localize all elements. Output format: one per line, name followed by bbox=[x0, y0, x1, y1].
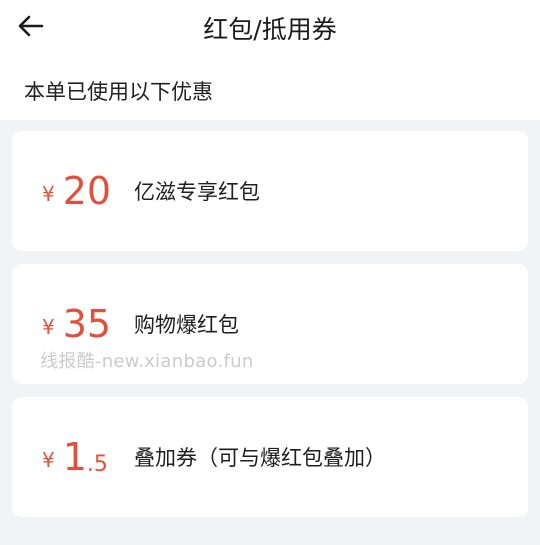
coupon-amount: 20 bbox=[62, 169, 112, 213]
coupon-card[interactable]: ¥ 1 .5 叠加券（可与爆红包叠加） bbox=[12, 397, 528, 517]
watermark-text: 线报酷-new.xianbao.fun bbox=[40, 351, 254, 372]
page-title: 红包/抵用券 bbox=[203, 15, 337, 44]
coupon-card[interactable]: ¥ 20 亿滋专享红包 bbox=[12, 131, 528, 251]
coupon-price: ¥ 20 bbox=[42, 131, 111, 251]
coupon-amount: 35 bbox=[62, 302, 112, 346]
coupon-list: ¥ 20 亿滋专享红包 ¥ 35 购物爆红包 ¥ 1 .5 叠加券（可与爆红包叠… bbox=[0, 120, 540, 545]
currency-symbol: ¥ bbox=[42, 315, 55, 339]
subtitle-section: 本单已使用以下优惠 bbox=[0, 52, 540, 120]
currency-symbol: ¥ bbox=[42, 448, 55, 472]
coupon-amount-decimal: .5 bbox=[86, 451, 108, 477]
coupon-amount-integer: 1 bbox=[62, 435, 87, 479]
coupon-name: 叠加券（可与爆红包叠加） bbox=[134, 446, 386, 470]
coupon-name: 亿滋专享红包 bbox=[134, 180, 260, 204]
top-bar: 红包/抵用券 bbox=[0, 0, 540, 52]
currency-symbol: ¥ bbox=[42, 182, 55, 206]
applied-discounts-label: 本单已使用以下优惠 bbox=[24, 80, 213, 104]
coupon-price: ¥ 1 .5 bbox=[42, 397, 108, 517]
